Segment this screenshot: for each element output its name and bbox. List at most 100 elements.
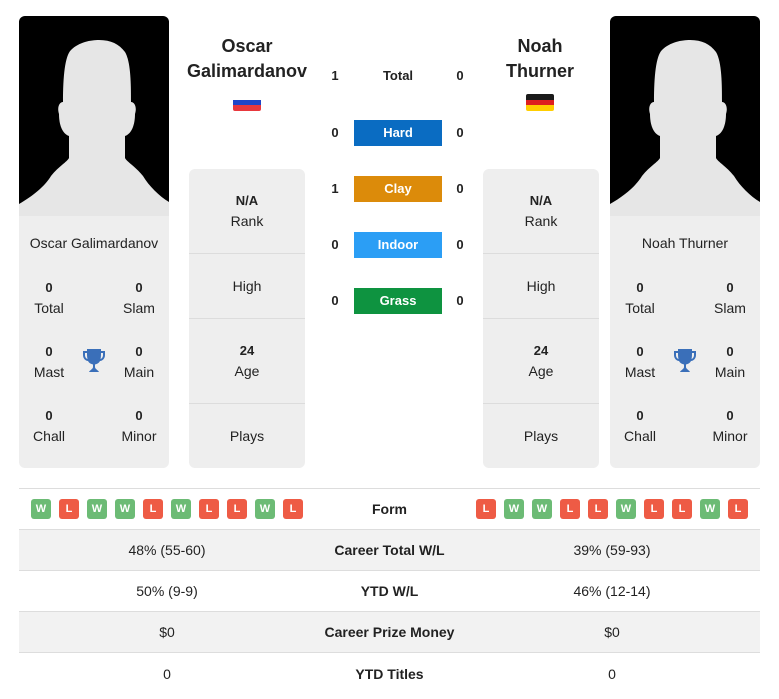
- germany-flag-icon: [526, 94, 554, 111]
- win-badge[interactable]: W: [616, 499, 636, 519]
- right-titles-main: 0 Main: [700, 342, 760, 382]
- win-badge[interactable]: W: [532, 499, 552, 519]
- right-ytd-wl: 46% (12-14): [573, 583, 651, 599]
- win-badge[interactable]: W: [171, 499, 191, 519]
- loss-badge[interactable]: L: [588, 499, 608, 519]
- titles-chall-value: 0: [45, 408, 53, 423]
- titles-total-label: Total: [625, 300, 655, 316]
- prize-money-label: Career Prize Money: [324, 624, 455, 640]
- titles-main-label: Main: [123, 364, 155, 380]
- loss-badge[interactable]: L: [283, 499, 303, 519]
- h2h-row-hard: 0 Hard 0: [320, 120, 480, 146]
- career-wl-row: 48% (55-60) Career Total W/L 39% (59-93): [19, 530, 760, 571]
- left-player-card-name[interactable]: Oscar Galimardanov: [19, 216, 169, 270]
- left-titles-main: 0 Main: [109, 342, 169, 382]
- hard-surface-button[interactable]: Hard: [354, 120, 442, 146]
- age-label: Age: [234, 363, 260, 379]
- high-label: High: [526, 278, 556, 294]
- titles-chall-value: 0: [636, 408, 644, 423]
- loss-badge[interactable]: L: [728, 499, 748, 519]
- form-label: Form: [372, 501, 407, 517]
- h2h-row-clay: 1 Clay 0: [320, 176, 480, 202]
- right-player-header: Noah Thurner: [470, 34, 610, 111]
- left-titles-minor: 0 Minor: [109, 406, 169, 446]
- age-value: 24: [239, 343, 255, 358]
- high-label: High: [232, 278, 262, 294]
- h2h-clay-right: 0: [456, 181, 464, 196]
- left-high-row: High: [189, 254, 305, 319]
- titles-chall-label: Chall: [624, 428, 656, 444]
- left-ytd-titles: 0: [163, 665, 171, 682]
- win-badge[interactable]: W: [700, 499, 720, 519]
- loss-badge[interactable]: L: [199, 499, 219, 519]
- left-plays-row: Plays: [189, 404, 305, 468]
- left-titles-grid: 0 Total 0 Slam 0 Mast 0 Main 0 Chall 0 M…: [19, 270, 169, 468]
- titles-slam-label: Slam: [714, 300, 746, 316]
- left-titles-slam: 0 Slam: [109, 278, 169, 318]
- right-titles-mast: 0 Mast: [610, 342, 670, 382]
- indoor-surface-button[interactable]: Indoor: [354, 232, 442, 258]
- left-player-name-line1[interactable]: Oscar: [177, 34, 317, 59]
- win-badge[interactable]: W: [255, 499, 275, 519]
- avatar-silhouette-icon: [19, 40, 169, 216]
- prize-money-row: $0 Career Prize Money $0: [19, 612, 760, 653]
- h2h-hard-right: 0: [456, 125, 464, 140]
- left-ytd-wl: 50% (9-9): [136, 583, 198, 599]
- win-badge[interactable]: W: [504, 499, 524, 519]
- right-player-photo: [610, 16, 760, 216]
- left-form: WLWWLWLLWL: [19, 499, 315, 519]
- clay-surface-button[interactable]: Clay: [354, 176, 442, 202]
- stats-table: WLWWLWLLWL Form LWWLLWLLWL 48% (55-60) C…: [19, 488, 760, 694]
- win-badge[interactable]: W: [115, 499, 135, 519]
- loss-badge[interactable]: L: [227, 499, 247, 519]
- right-plays-row: Plays: [483, 404, 599, 468]
- h2h-hard-left: 0: [331, 125, 339, 140]
- titles-minor-label: Minor: [121, 428, 157, 444]
- titles-mast-label: Mast: [33, 364, 65, 380]
- left-titles-chall: 0 Chall: [19, 406, 79, 446]
- h2h-total-right: 0: [456, 68, 464, 83]
- h2h-total-left: 1: [331, 68, 339, 83]
- titles-minor-value: 0: [135, 408, 143, 423]
- right-form: LWWLLWLLWL: [464, 499, 760, 519]
- win-badge[interactable]: W: [87, 499, 107, 519]
- titles-slam-value: 0: [135, 280, 143, 295]
- titles-minor-value: 0: [726, 408, 734, 423]
- titles-minor-label: Minor: [712, 428, 748, 444]
- rank-label: Rank: [230, 213, 264, 229]
- left-career-wl: 48% (55-60): [128, 542, 206, 558]
- plays-label: Plays: [229, 428, 265, 444]
- right-form-badges: LWWLLWLLWL: [464, 499, 760, 519]
- loss-badge[interactable]: L: [476, 499, 496, 519]
- age-label: Age: [528, 363, 554, 379]
- right-prize-money: $0: [604, 624, 620, 640]
- left-titles-total: 0 Total: [19, 278, 79, 318]
- grass-surface-button[interactable]: Grass: [354, 288, 442, 314]
- right-titles-total: 0 Total: [610, 278, 670, 318]
- titles-total-value: 0: [636, 280, 644, 295]
- titles-total-label: Total: [34, 300, 64, 316]
- h2h-row-indoor: 0 Indoor 0: [320, 232, 480, 258]
- rank-value: N/A: [529, 193, 553, 208]
- left-player-name-line2[interactable]: Galimardanov: [177, 59, 317, 84]
- win-badge[interactable]: W: [31, 499, 51, 519]
- rank-label: Rank: [524, 213, 558, 229]
- right-player-name-line1[interactable]: Noah: [470, 34, 610, 59]
- loss-badge[interactable]: L: [143, 499, 163, 519]
- rank-value: N/A: [235, 193, 259, 208]
- loss-badge[interactable]: L: [644, 499, 664, 519]
- loss-badge[interactable]: L: [59, 499, 79, 519]
- ytd-titles-row: 0 YTD Titles 0: [19, 653, 760, 694]
- titles-slam-value: 0: [726, 280, 734, 295]
- right-player-name-line2[interactable]: Thurner: [470, 59, 610, 84]
- ytd-titles-label: YTD Titles: [355, 665, 424, 682]
- right-age-row: 24 Age: [483, 319, 599, 404]
- h2h-row-grass: 0 Grass 0: [320, 288, 480, 314]
- right-player-card-name[interactable]: Noah Thurner: [610, 216, 760, 270]
- right-titles-grid: 0 Total 0 Slam 0 Mast 0 Main 0 Chall 0 M…: [610, 270, 760, 468]
- right-ytd-titles: 0: [608, 665, 616, 682]
- titles-mast-value: 0: [45, 344, 53, 359]
- h2h-grass-right: 0: [456, 293, 464, 308]
- loss-badge[interactable]: L: [672, 499, 692, 519]
- loss-badge[interactable]: L: [560, 499, 580, 519]
